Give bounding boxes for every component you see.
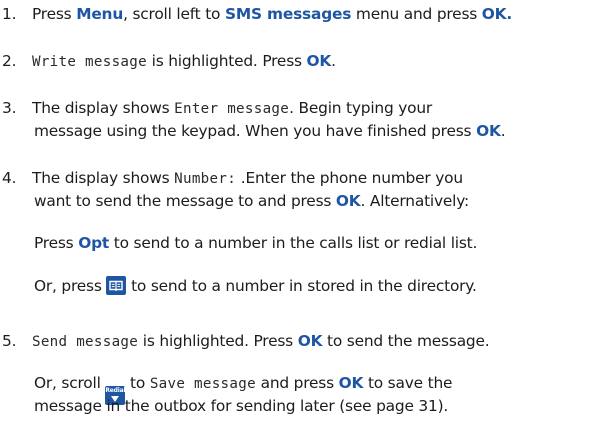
step-number: 2. bbox=[2, 52, 17, 70]
key-opt: Opt bbox=[78, 234, 110, 252]
step-number: 4. bbox=[2, 169, 17, 187]
step-number: 5. bbox=[2, 332, 17, 350]
key-menu: Menu bbox=[76, 5, 124, 23]
key-ok: OK bbox=[306, 52, 332, 70]
step-5: 5. Send message is highlighted. Press OK … bbox=[2, 332, 490, 350]
key-ok: OK bbox=[335, 192, 361, 210]
key-ok: OK bbox=[338, 374, 364, 392]
key-ok: OK. bbox=[481, 5, 513, 23]
step-4-option-opt: Press Opt to send to a number in the cal… bbox=[34, 234, 478, 252]
key-ok: OK bbox=[476, 122, 501, 140]
display-text-number: Number: bbox=[174, 171, 237, 187]
display-text-enter-message: Enter message bbox=[174, 101, 290, 117]
step-2: 2. Write message is highlighted. Press OK… bbox=[2, 52, 336, 70]
display-text-save-message: Save message bbox=[149, 376, 256, 392]
instruction-page: 1. Press Menu, scroll left to SMS message… bbox=[0, 0, 597, 425]
step-number: 1. bbox=[2, 5, 17, 23]
step-1: 1. Press Menu, scroll left to SMS message… bbox=[2, 5, 513, 23]
step-4: 4. The display shows Number: .Enter the p… bbox=[2, 169, 463, 187]
step-3-cont: message using the keypad. When you have … bbox=[34, 122, 506, 140]
step-3: 3. The display shows Enter message. Begin… bbox=[2, 99, 433, 117]
display-text-write-message: Write message bbox=[32, 54, 147, 70]
key-sms-messages: SMS messages bbox=[224, 5, 352, 23]
step-5-cont: message in the outbox for sending later … bbox=[34, 397, 449, 415]
book-icon bbox=[106, 276, 127, 295]
display-text-send-message: Send message bbox=[32, 334, 139, 350]
step-4-option-directory: Or, press to send to a number in stored … bbox=[34, 276, 477, 295]
key-ok: OK bbox=[297, 332, 323, 350]
step-number: 3. bbox=[2, 99, 17, 117]
step-4-cont: want to send the message to and press OK… bbox=[34, 192, 470, 210]
